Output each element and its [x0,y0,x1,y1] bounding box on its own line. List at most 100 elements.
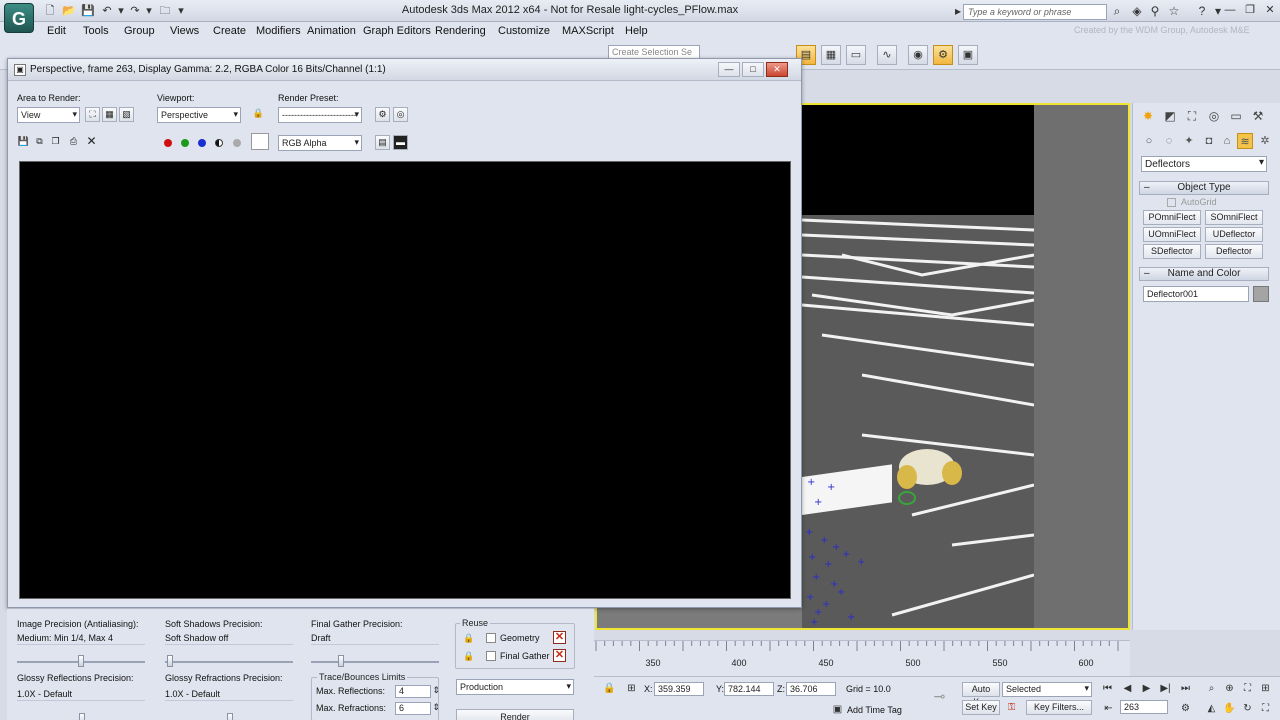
go-to-end-icon[interactable]: ⏭ [1178,681,1193,696]
menu-rendering[interactable]: Rendering [435,25,486,37]
maximize-viewport-icon[interactable]: ⛶ [1258,701,1273,716]
alpha-channel-toggle[interactable] [215,139,223,147]
channel-display-dropdown[interactable]: RGB Alpha [278,135,362,151]
clone-window-icon[interactable]: ❐ [48,135,63,150]
clear-geometry-cache-icon[interactable]: ✕ [553,631,566,644]
color-swatch[interactable] [251,133,269,150]
set-key-button[interactable]: Set Key [962,700,1000,715]
minimize-button[interactable]: — [1220,2,1240,18]
render-setup-icon[interactable]: ⚙ [375,107,390,122]
name-and-color-rollout[interactable]: Name and Color [1139,267,1269,281]
render-window-minimize-button[interactable]: — [718,62,740,77]
edit-region-icon[interactable]: ⛶ [85,107,100,122]
time-configuration-icon[interactable]: ⚙ [1178,701,1193,716]
auto-key-button[interactable]: Auto Key [962,682,1000,707]
auto-region-selected-icon[interactable]: ▧ [119,107,134,122]
toggle-ui-icon[interactable]: ▬ [393,135,408,150]
area-to-render-dropdown[interactable]: View [17,107,80,123]
zoom-extents-icon[interactable]: ⛶ [1240,681,1255,696]
menu-modifiers[interactable]: Modifiers [256,25,301,37]
layer-manager-icon[interactable]: ▦ [821,45,841,65]
time-tag-icon[interactable]: ▣ [830,702,845,717]
material-editor-icon[interactable]: ◉ [908,45,928,65]
z-coord-input[interactable]: 36.706 [786,682,836,696]
geometry-category-icon[interactable]: ○ [1141,133,1157,149]
cameras-category-icon[interactable]: ◘ [1201,133,1217,149]
deflector-button[interactable]: Deflector [1205,244,1263,259]
go-to-start-icon[interactable]: ⏮ [1100,681,1115,696]
field-of-view-icon[interactable]: ◭ [1204,701,1219,716]
motion-tab-icon[interactable]: ◎ [1205,107,1223,125]
monochrome-toggle[interactable] [233,139,241,147]
glossy-refractions-slider[interactable] [227,713,233,720]
zoom-all-icon[interactable]: ⊕ [1222,681,1237,696]
final-gather-slider[interactable] [338,655,344,667]
menu-views[interactable]: Views [170,25,199,37]
create-tab-icon[interactable]: ✸ [1139,107,1157,125]
search-input[interactable]: Type a keyword or phrase [963,4,1107,20]
menu-maxscript[interactable]: MAXScript [562,25,614,37]
menu-create[interactable]: Create [213,25,246,37]
green-channel-toggle[interactable] [181,139,189,147]
selection-set-input[interactable]: Create Selection Se [608,45,700,59]
object-color-swatch[interactable] [1253,286,1269,302]
modify-tab-icon[interactable]: ◩ [1161,107,1179,125]
udeflector-button[interactable]: UDeflector [1205,227,1263,242]
production-preset-dropdown[interactable]: Production [456,679,574,695]
menu-help[interactable]: Help [625,25,648,37]
communication-center-icon[interactable]: ⚲ [1148,4,1162,18]
viewport-lock-icon[interactable]: 🔒 [251,107,266,122]
soft-shadows-slider[interactable] [167,655,173,667]
glossy-reflections-slider[interactable] [79,713,85,720]
close-button[interactable]: ✕ [1260,2,1280,18]
key-filters-button[interactable]: Key Filters... [1026,700,1092,715]
clear-image-icon[interactable]: ✕ [84,135,99,150]
menu-animation[interactable]: Animation [307,25,356,37]
ribbon-toggle-icon[interactable]: ▭ [846,45,866,65]
key-filter-selection-dropdown[interactable]: Selected [1002,682,1092,697]
render-preset-dropdown[interactable]: ------------------------- [278,107,362,123]
render-window-titlebar[interactable]: ▣ Perspective, frame 263, Display Gamma:… [8,59,801,81]
help-icon[interactable]: ? [1195,4,1209,18]
render-setup-icon[interactable]: ⚙ [933,45,953,65]
save-image-icon[interactable]: 💾 [16,135,31,150]
menu-edit[interactable]: Edit [47,25,66,37]
pomniflect-button[interactable]: POmniFlect [1143,210,1201,225]
lights-category-icon[interactable]: ✦ [1181,133,1197,149]
track-bar[interactable]: 350 400 450 500 550 600 [594,640,1130,676]
zoom-extents-all-icon[interactable]: ⊞ [1258,681,1273,696]
somniflect-button[interactable]: SOmniFlect [1205,210,1263,225]
subscription-icon[interactable]: ◈ [1130,4,1144,18]
menu-group[interactable]: Group [124,25,155,37]
utilities-tab-icon[interactable]: ⚒ [1249,107,1267,125]
geometry-checkbox[interactable] [486,633,496,643]
viewport-dropdown[interactable]: Perspective [157,107,241,123]
final-gather-checkbox[interactable] [486,651,496,661]
key-mode-toggle-icon[interactable]: ⇤ [1101,701,1116,716]
render-button[interactable]: Render [456,709,574,720]
y-coord-input[interactable]: 782.144 [724,682,774,696]
space-warps-category-icon[interactable]: ≋ [1237,133,1253,149]
max-refractions-spinner[interactable]: 6 [395,702,440,715]
display-tab-icon[interactable]: ▭ [1227,107,1245,125]
play-icon[interactable]: ▶ [1139,681,1154,696]
object-category-dropdown[interactable]: Deflectors [1141,156,1267,172]
render-window-close-button[interactable]: ✕ [766,62,788,77]
app-logo-button[interactable]: G [4,3,34,33]
next-frame-icon[interactable]: ▶| [1158,681,1173,696]
geometry-lock-icon[interactable]: 🔒 [463,632,475,644]
toggle-ui-overlay-icon[interactable]: ▤ [375,135,390,150]
render-frame-window-icon[interactable]: ▣ [958,45,978,65]
final-gather-lock-icon[interactable]: 🔒 [463,650,475,662]
auto-region-icon[interactable]: ▦ [102,107,117,122]
helpers-category-icon[interactable]: ⌂ [1219,133,1235,149]
favorites-star-icon[interactable]: ☆ [1167,4,1181,18]
menu-tools[interactable]: Tools [83,25,109,37]
systems-category-icon[interactable]: ✲ [1257,133,1273,149]
x-coord-input[interactable]: 359.359 [654,682,704,696]
red-channel-toggle[interactable] [164,139,172,147]
object-type-rollout[interactable]: Object Type [1139,181,1269,195]
hierarchy-tab-icon[interactable]: ⛶ [1183,107,1201,125]
sdeflector-button[interactable]: SDeflector [1143,244,1201,259]
autogrid-checkbox[interactable] [1167,198,1176,207]
